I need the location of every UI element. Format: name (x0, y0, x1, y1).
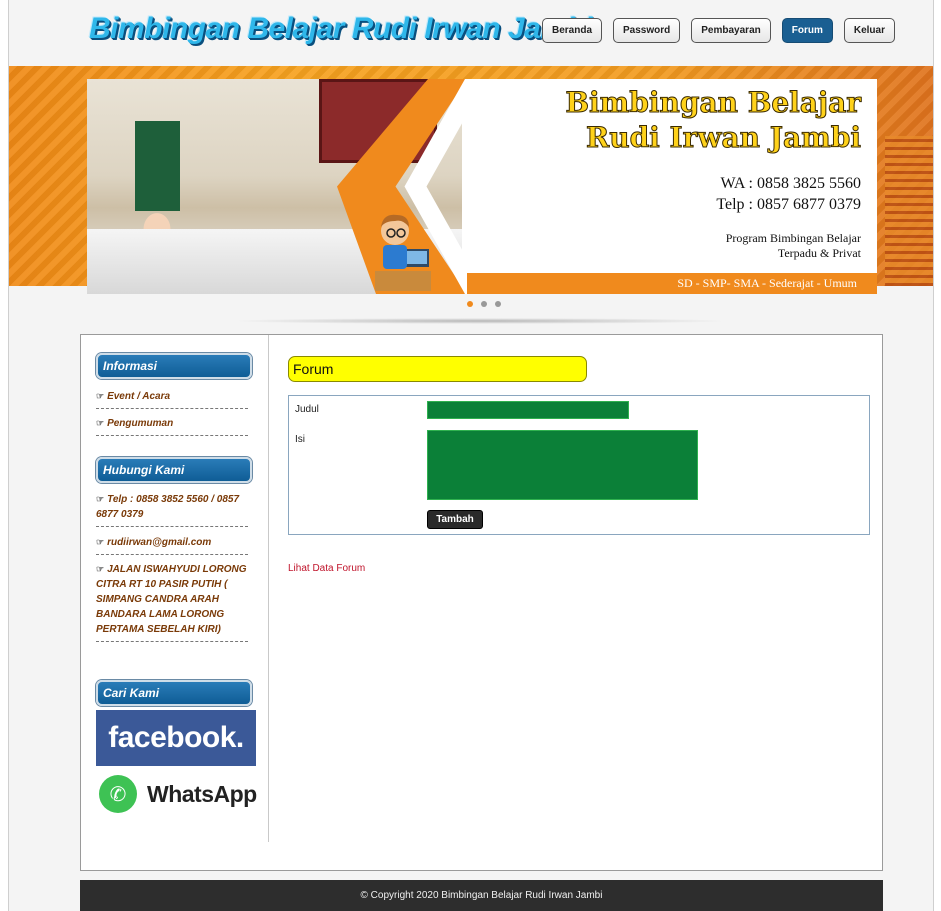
nav-keluar-button[interactable]: Keluar (843, 18, 895, 43)
main-area: Forum Judul Isi Tambah Lihat Data Forum (288, 335, 873, 835)
sidebar-item-event-label: Event / Acara (107, 391, 171, 402)
sidebar-heading-informasi: Informasi (96, 353, 252, 379)
sidebar-item-email: ☞ rudiirwan@gmail.com (96, 535, 248, 555)
isi-textarea[interactable] (427, 430, 698, 500)
banner-wa: WA : 0858 3825 5560 (720, 175, 861, 192)
banner-shadow (230, 318, 730, 324)
whatsapp-link[interactable]: ✆ WhatsApp (99, 769, 259, 819)
sidebar-heading-cari: Cari Kami (96, 680, 252, 706)
banner-pattern-decoration (885, 136, 933, 286)
site-logo[interactable]: Bimbingan Belajar Rudi Irwan Jambi (89, 12, 593, 46)
main-nav: Beranda Password Pembayaran Forum Keluar (542, 18, 895, 43)
nav-forum-button[interactable]: Forum (781, 18, 833, 43)
page-title: Forum (288, 356, 587, 382)
tambah-button[interactable]: Tambah (427, 510, 483, 529)
banner-program: Program Bimbingan Belajar Terpadu & Priv… (726, 231, 861, 261)
sidebar-item-pengumuman-label: Pengumuman (107, 418, 174, 429)
whatsapp-label: WhatsApp (147, 780, 257, 807)
pointing-hand-icon: ☞ (96, 391, 105, 401)
banner-program-line2: Terpadu & Privat (777, 246, 861, 260)
judul-label: Judul (295, 404, 319, 415)
slider-dots (467, 301, 501, 307)
pointing-hand-icon: ☞ (96, 494, 105, 504)
nav-pembayaran-button[interactable]: Pembayaran (691, 18, 771, 43)
banner-title-line2: Rudi Irwan Jambi (585, 121, 861, 155)
forum-form: Judul Isi Tambah (288, 395, 870, 535)
isi-label: Isi (295, 434, 305, 445)
sidebar-item-telp: ☞ Telp : 0858 3852 5560 / 0857 6877 0379 (96, 492, 248, 527)
sidebar-telp-label: Telp : 0858 3852 5560 / 0857 6877 0379 (96, 494, 240, 520)
sidebar-heading-hubungi: Hubungi Kami (96, 457, 252, 483)
classroom-door (135, 121, 180, 211)
banner-telp: Telp : 0857 6877 0379 (716, 196, 861, 213)
banner-title: Bimbingan Belajar Rudi Irwan Jambi (565, 85, 862, 155)
sidebar-item-pengumuman[interactable]: ☞ Pengumuman (96, 416, 248, 436)
site-footer: © Copyright 2020 Bimbingan Belajar Rudi … (80, 880, 883, 911)
nav-beranda-button[interactable]: Beranda (542, 18, 603, 43)
facebook-link[interactable]: facebook. (96, 710, 256, 766)
judul-input[interactable] (427, 401, 629, 419)
content-panel: Informasi ☞ Event / Acara ☞ Pengumuman Hub… (80, 334, 883, 871)
sidebar-alamat-label: JALAN ISWAHYUDI LORONG CITRA RT 10 PASIR… (96, 564, 247, 635)
site-header: Bimbingan Belajar Rudi Irwan Jambi Beran… (9, 0, 933, 66)
student-at-computer-illustration (375, 214, 431, 291)
banner-title-line1: Bimbingan Belajar (565, 86, 862, 120)
pointing-hand-icon: ☞ (96, 564, 105, 574)
whatsapp-phone-icon: ✆ (99, 775, 137, 813)
sidebar-email-label: rudiirwan@gmail.com (107, 537, 212, 548)
banner-contact: WA : 0858 3825 5560 Telp : 0857 6877 037… (716, 173, 861, 215)
slider-dot-2[interactable] (481, 301, 487, 307)
lihat-data-forum-link[interactable]: Lihat Data Forum (288, 563, 365, 574)
banner-levels-strip: SD - SMP- SMA - Sederajat - Umum (467, 273, 877, 294)
banner-program-line1: Program Bimbingan Belajar (725, 231, 861, 245)
nav-password-button[interactable]: Password (613, 18, 681, 43)
hero-banner: Bimbingan Belajar Rudi Irwan Jambi WA : … (87, 79, 877, 294)
sidebar: Informasi ☞ Event / Acara ☞ Pengumuman Hub… (81, 335, 269, 842)
slider-dot-3[interactable] (495, 301, 501, 307)
pointing-hand-icon: ☞ (96, 418, 105, 428)
slider-dot-1[interactable] (467, 301, 473, 307)
sidebar-item-alamat: ☞ JALAN ISWAHYUDI LORONG CITRA RT 10 PASI… (96, 562, 248, 642)
pointing-hand-icon: ☞ (96, 537, 105, 547)
sidebar-item-event[interactable]: ☞ Event / Acara (96, 389, 248, 409)
